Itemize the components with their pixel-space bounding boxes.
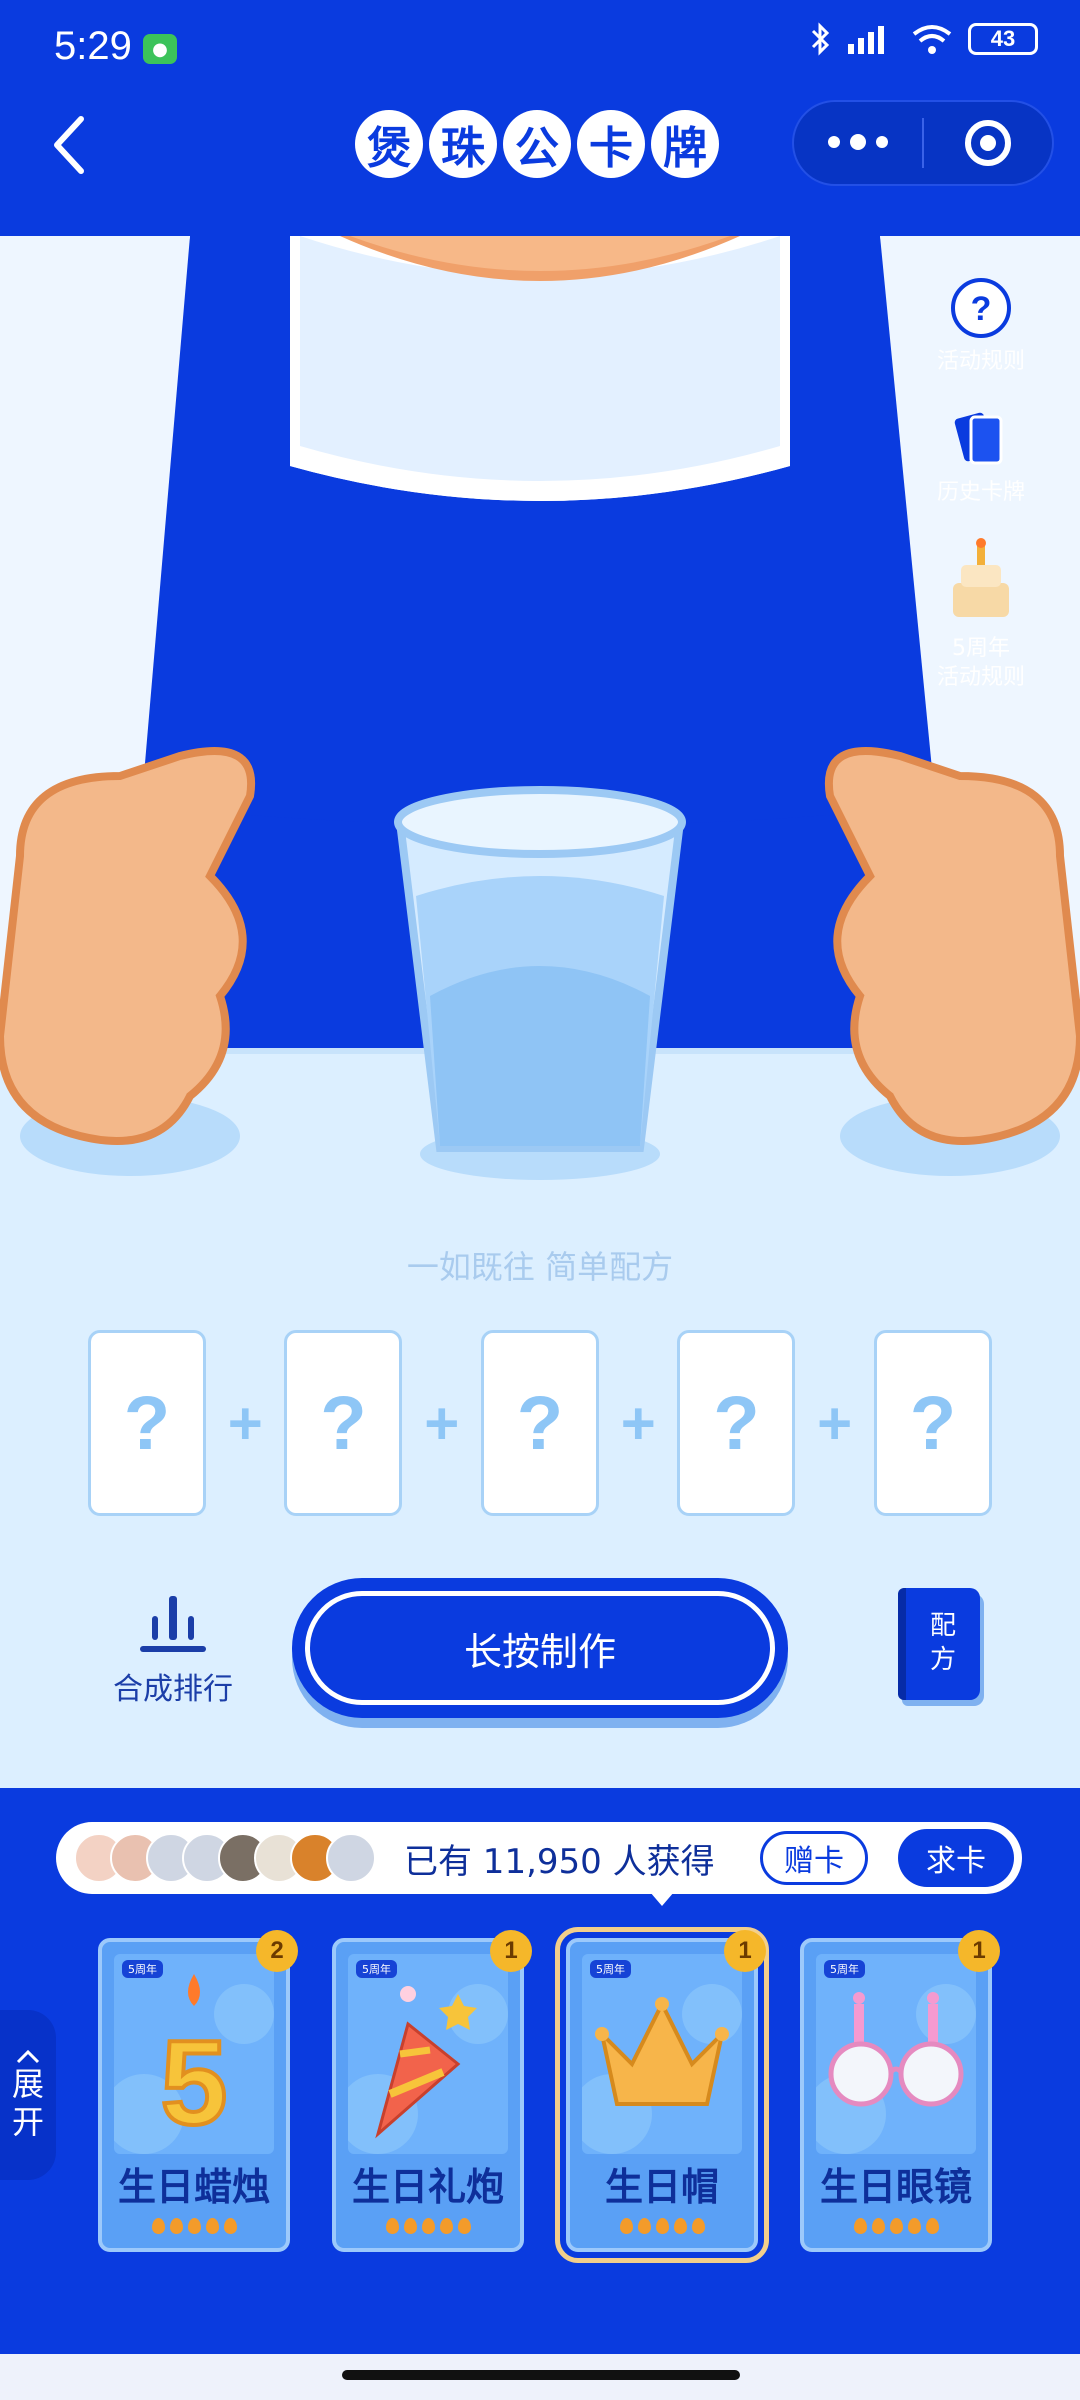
long-press-make-button[interactable]: 长按制作 bbox=[292, 1578, 788, 1718]
anniversary-label-1: 5周年 bbox=[951, 636, 1010, 662]
side-menu: ? 活动规则 历史卡牌 5周年 活动规则 bbox=[916, 276, 1046, 692]
expand-label-2: 开 bbox=[11, 2103, 44, 2141]
help-circle-icon: ? bbox=[950, 278, 1011, 338]
signal-icon bbox=[848, 26, 884, 54]
card-tag: 5周年 bbox=[356, 1960, 397, 1978]
card-slot[interactable]: ? bbox=[677, 1330, 796, 1516]
card-tag: 5周年 bbox=[122, 1960, 163, 1978]
miniprogram-capsule bbox=[792, 100, 1054, 186]
card-count-badge: 1 bbox=[958, 1930, 1000, 1972]
card-tag: 5周年 bbox=[824, 1960, 865, 1978]
make-label: 长按制作 bbox=[305, 1591, 775, 1705]
owners-count-text: 已有 11,950 人获得 bbox=[404, 1841, 715, 1882]
card-name: 生日蜡烛 bbox=[117, 2165, 270, 2209]
recipe-book-button[interactable]: 配 方 bbox=[898, 1588, 980, 1700]
slogan-text: 一如既往 简单配方 bbox=[406, 1248, 674, 1286]
plus-icon: + bbox=[227, 1389, 263, 1457]
card-art: 5周年 bbox=[816, 1954, 976, 2154]
card-slot[interactable]: ? bbox=[284, 1330, 403, 1516]
ranking-icon bbox=[140, 1596, 206, 1652]
bubble-pointer bbox=[650, 1892, 674, 1906]
anniversary-label-2: 活动规则 bbox=[936, 664, 1025, 690]
expand-label-1: 展 bbox=[11, 2064, 44, 2103]
title-char: 卡 bbox=[577, 110, 645, 178]
history-cards-entry[interactable]: 历史卡牌 bbox=[937, 407, 1025, 508]
plus-icon: + bbox=[817, 1389, 853, 1457]
glasses-icon bbox=[816, 1984, 976, 2154]
chevron-up-icon bbox=[16, 2049, 40, 2063]
card-slot[interactable]: ? bbox=[88, 1330, 206, 1516]
card-art: 5周年 bbox=[582, 1954, 742, 2154]
recipe-label-1: 配 bbox=[929, 1611, 956, 1642]
svg-text:5: 5 bbox=[161, 2016, 228, 2150]
ranking-label: 合成排行 bbox=[113, 1672, 233, 1707]
party-popper-icon bbox=[348, 1984, 508, 2154]
title-char: 牌 bbox=[651, 110, 719, 178]
owner-avatars bbox=[74, 1833, 376, 1883]
card-art: 5周年 bbox=[348, 1954, 508, 2154]
title-char: 煲 bbox=[355, 110, 423, 178]
gift-card-button[interactable]: 赠卡 bbox=[760, 1831, 868, 1885]
card-list: 2 5周年 5 生日蜡烛 1 5周年 生日礼炮 1 5周年 生日帽 1 5周年 … bbox=[98, 1927, 1000, 2263]
bluetooth-icon bbox=[811, 22, 830, 56]
card-rarity-dots bbox=[570, 2218, 754, 2234]
home-indicator[interactable] bbox=[342, 2370, 740, 2380]
rules-entry[interactable]: ? 活动规则 bbox=[937, 276, 1025, 377]
card-birthday-popper[interactable]: 1 5周年 生日礼炮 bbox=[332, 1930, 532, 2252]
top-bar: 5:29 ● 43 煲 珠 公 卡 牌 bbox=[0, 0, 1080, 236]
card-art: 5周年 5 bbox=[114, 1954, 274, 2154]
card-rarity-dots bbox=[336, 2218, 520, 2234]
title-char: 公 bbox=[503, 110, 571, 178]
card-rarity-dots bbox=[102, 2218, 286, 2234]
cards-icon bbox=[954, 412, 1003, 465]
scene-illustration: ? 活动规则 历史卡牌 5周年 活动规则 一如既往 简单配方 ? + ? + ?… bbox=[0, 236, 1080, 1788]
card-count-badge: 1 bbox=[724, 1930, 766, 1972]
back-button[interactable] bbox=[44, 110, 94, 180]
recipe-slots: ? + ? + ? + ? + ? bbox=[88, 1330, 992, 1516]
svg-text:?: ? bbox=[971, 290, 992, 328]
chevron-left-icon bbox=[54, 116, 84, 174]
card-name: 生日帽 bbox=[604, 2165, 719, 2209]
close-miniprogram-button[interactable] bbox=[924, 120, 1052, 166]
page-title: 煲 珠 公 卡 牌 bbox=[355, 110, 719, 178]
ranking-button[interactable]: 合成排行 bbox=[88, 1594, 258, 1708]
cake-icon bbox=[952, 538, 1009, 618]
title-char: 珠 bbox=[429, 110, 497, 178]
crown-icon bbox=[582, 1984, 742, 2154]
wechat-icon: ● bbox=[143, 34, 177, 64]
card-tag: 5周年 bbox=[590, 1960, 631, 1978]
history-cards-label: 历史卡牌 bbox=[936, 479, 1025, 505]
target-icon bbox=[965, 120, 1011, 166]
recipe-label-2: 方 bbox=[929, 1645, 956, 1675]
card-count-badge: 1 bbox=[490, 1930, 532, 1972]
card-rarity-dots bbox=[804, 2218, 988, 2234]
card-birthday-candle[interactable]: 2 5周年 5 生日蜡烛 bbox=[98, 1930, 298, 2252]
card-collection-panel: 已有 11,950 人获得 赠卡 求卡 展 开 2 5周年 5 生日蜡烛 1 5… bbox=[0, 1788, 1080, 2400]
expand-tab[interactable]: 展 开 bbox=[0, 2010, 56, 2180]
battery-indicator: 43 bbox=[968, 23, 1038, 55]
card-slot[interactable]: ? bbox=[480, 1330, 599, 1516]
more-options-button[interactable] bbox=[794, 134, 922, 150]
plus-icon: + bbox=[620, 1389, 656, 1457]
status-time: 5:29 bbox=[54, 24, 132, 68]
anniversary-rules-entry[interactable]: 5周年 活动规则 bbox=[937, 537, 1025, 692]
card-name: 生日眼镜 bbox=[819, 2165, 972, 2209]
request-card-button[interactable]: 求卡 bbox=[898, 1829, 1014, 1887]
card-birthday-hat[interactable]: 1 5周年 生日帽 bbox=[555, 1927, 769, 2263]
card-name: 生日礼炮 bbox=[351, 2165, 504, 2209]
rules-label: 活动规则 bbox=[936, 349, 1025, 374]
candle-icon: 5 bbox=[114, 1974, 274, 2154]
card-count-badge: 2 bbox=[256, 1930, 298, 1972]
wifi-icon bbox=[912, 25, 952, 54]
status-icons: 43 bbox=[810, 22, 1038, 56]
card-birthday-glasses[interactable]: 1 5周年 生日眼镜 bbox=[800, 1930, 1000, 2252]
plus-icon: + bbox=[424, 1389, 460, 1457]
owners-bar: 已有 11,950 人获得 赠卡 求卡 bbox=[56, 1822, 1022, 1894]
card-slot[interactable]: ? bbox=[873, 1330, 992, 1516]
